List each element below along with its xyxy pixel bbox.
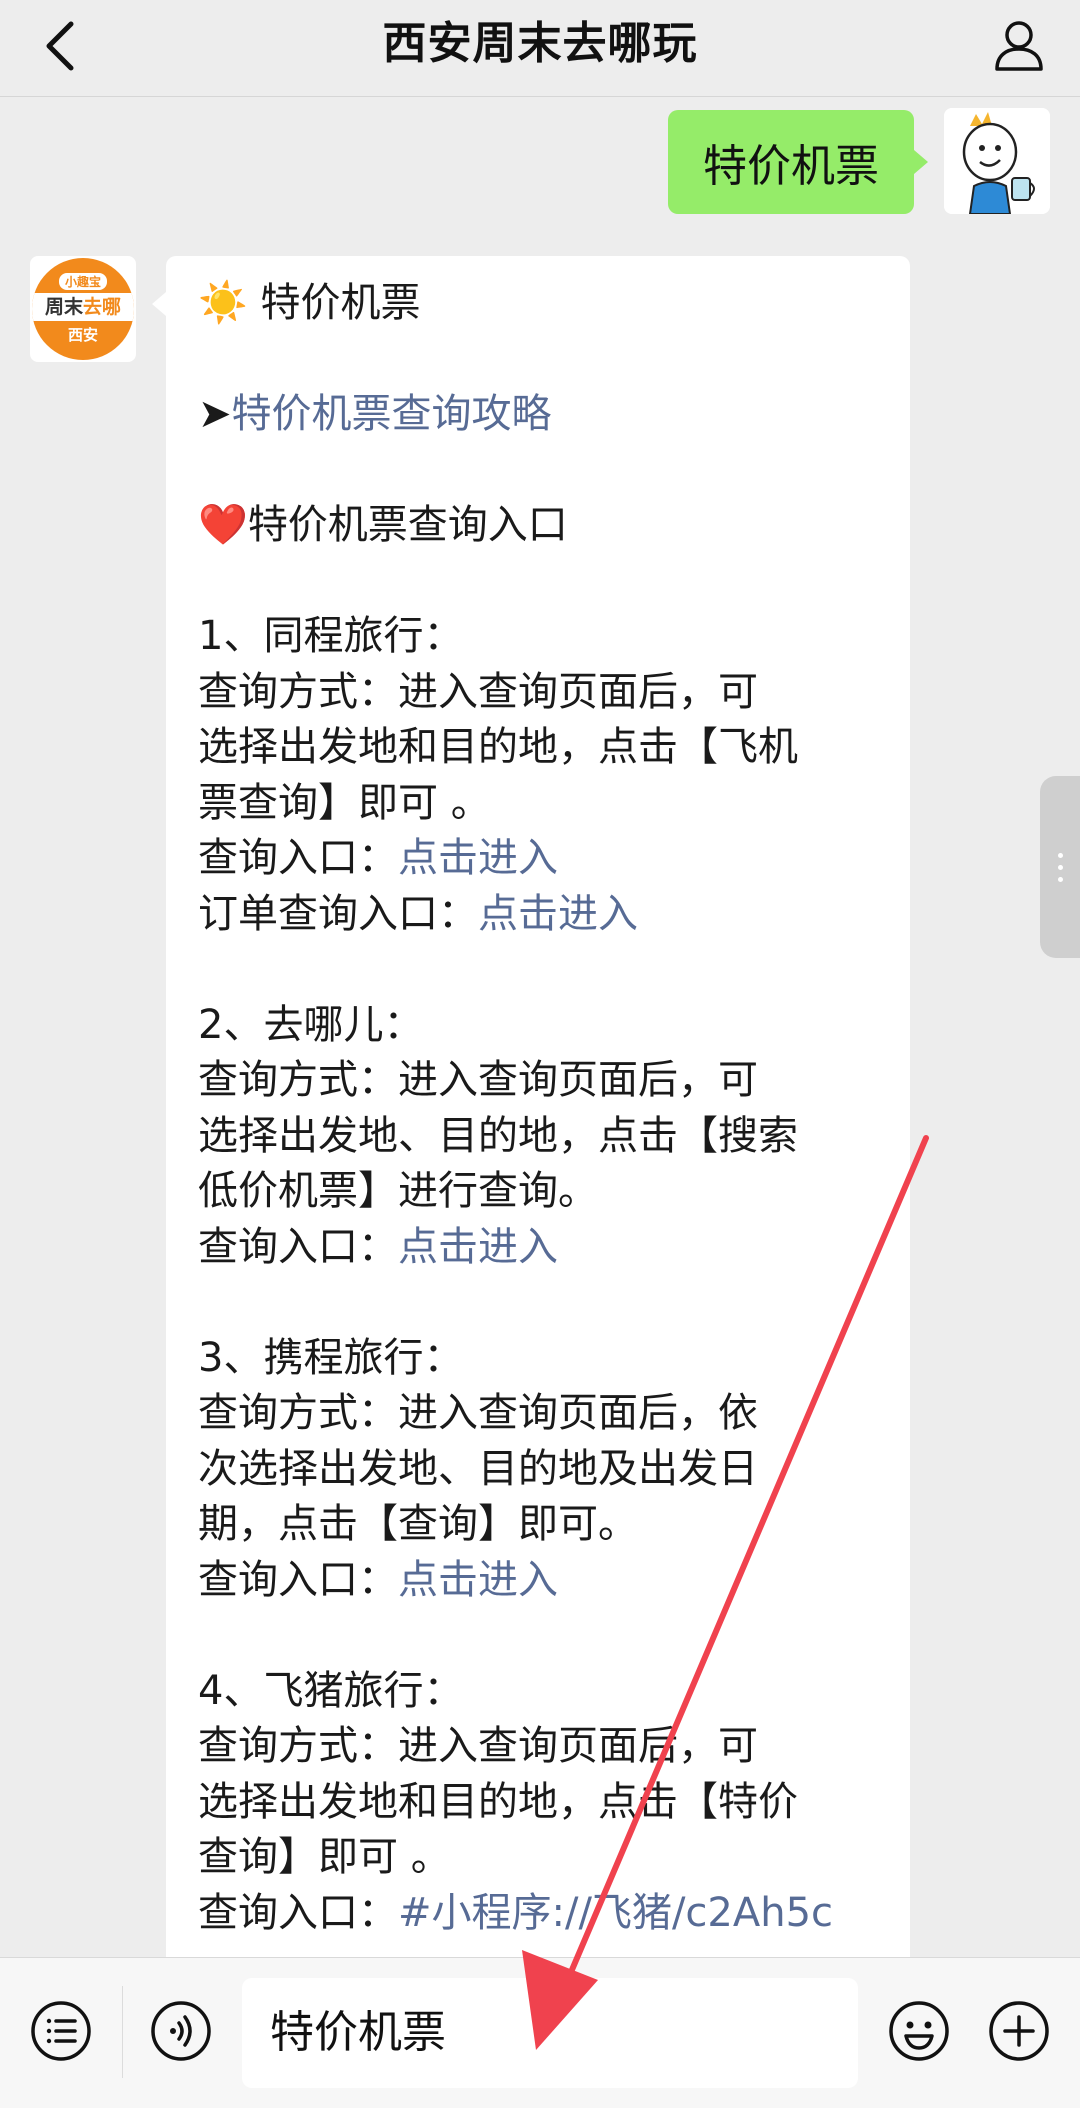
section3-heading: 3、携程旅行：: [198, 1334, 464, 1381]
entry-title: 特价机票查询入口: [247, 502, 568, 548]
arrow-bullet-icon: ➤: [198, 391, 232, 437]
section2-desc2: 选择出发地、目的地，点击【搜索: [198, 1112, 798, 1159]
handle-dot: [1057, 876, 1063, 882]
logo-bottom-text: 西安: [67, 326, 98, 344]
section4-heading: 4、飞猪旅行：: [198, 1667, 464, 1714]
section3-desc3: 期，点击【查询】即可。: [198, 1501, 638, 1547]
nav-header: 西安周末去哪玩: [0, 0, 1080, 97]
section1-heading: 1、同程旅行：: [198, 613, 464, 659]
message-title: 特价机票: [260, 280, 421, 326]
cartoon-avatar-icon: [944, 108, 1050, 214]
incoming-message-bubble[interactable]: ☀️ 特价机票 ➤特价机票查询攻略 ❤️特价机票查询入口 1、同程旅行： 查询方…: [166, 256, 910, 1996]
section3-entry-label: 查询入口：: [198, 1556, 398, 1603]
section2-entry-link[interactable]: 点击进入: [398, 1224, 558, 1270]
plus-icon: [989, 2001, 1049, 2061]
emoji-icon: [889, 2001, 949, 2061]
section2-desc1: 查询方式：进入查询页面后，可: [198, 1057, 758, 1103]
outgoing-message-bubble[interactable]: 特价机票: [668, 110, 928, 214]
logo-top-text: 小趣宝: [58, 273, 107, 290]
entry-title-line: ❤️特价机票查询入口: [198, 498, 898, 554]
voice-button[interactable]: [146, 1996, 216, 2066]
section1-entry-label: 查询入口：: [198, 835, 398, 881]
bubble-tail: [152, 292, 166, 316]
person-icon: [995, 21, 1043, 71]
section3-entry-link[interactable]: 点击进入: [398, 1557, 558, 1603]
message-body: ☀️ 特价机票 ➤特价机票查询攻略 ❤️特价机票查询入口 1、同程旅行： 查询方…: [198, 276, 898, 1941]
outgoing-message-text: 特价机票: [703, 141, 879, 192]
floating-side-handle[interactable]: [1040, 776, 1080, 958]
bar-divider: [122, 1986, 123, 2078]
section2-entry-line: 查询入口：点击进入: [198, 1220, 898, 1276]
guide-line: ➤特价机票查询攻略: [198, 387, 898, 443]
section4-entry-line: 查询入口：#小程序://飞猪/c2Ah5c: [198, 1886, 898, 1942]
section3-desc2: 次选择出发地、目的地及出发日: [198, 1445, 758, 1492]
section1-entry-link[interactable]: 点击进入: [398, 835, 558, 881]
section2-entry-label: 查询入口：: [198, 1223, 398, 1270]
guide-link[interactable]: 特价机票查询攻略: [232, 391, 552, 437]
profile-button[interactable]: [986, 12, 1052, 78]
section4-entry-label: 查询入口：: [198, 1889, 398, 1936]
emoji-button[interactable]: [884, 1996, 954, 2066]
section4-desc1: 查询方式：进入查询页面后，可: [198, 1723, 758, 1769]
section1-order-label: 订单查询入口：: [198, 890, 478, 937]
handle-dot: [1057, 864, 1063, 870]
section4-entry-link[interactable]: #小程序://飞猪/c2Ah5c: [398, 1890, 833, 1936]
page-title: 西安周末去哪玩: [382, 18, 698, 69]
heart-icon: ❤️: [198, 502, 248, 548]
logo-mid-a: 周末: [44, 296, 83, 318]
section1-order-line: 订单查询入口：点击进入: [198, 887, 898, 943]
section1-desc3: 票查询】即可 。: [198, 779, 491, 826]
section1-desc1: 查询方式：进入查询页面后，可: [198, 668, 758, 715]
section2-desc3: 低价机票】进行查询。: [198, 1168, 598, 1214]
logo-mid-b: 去哪: [83, 296, 122, 318]
section3-desc1: 查询方式：进入查询页面后，依: [198, 1390, 758, 1436]
more-button[interactable]: [984, 1996, 1054, 2066]
message-input[interactable]: 特价机票: [242, 1978, 858, 2088]
section3-entry-line: 查询入口：点击进入: [198, 1553, 898, 1609]
sun-icon: ☀️: [198, 280, 248, 326]
message-title-line: ☀️ 特价机票: [198, 276, 898, 332]
section2-heading: 2、去哪儿：: [198, 1001, 424, 1048]
official-account-avatar[interactable]: 小趣宝 周末去哪 西安: [30, 256, 136, 362]
section1-order-link[interactable]: 点击进入: [478, 891, 638, 937]
section1-entry-line: 查询入口：点击进入: [198, 831, 898, 887]
menu-button[interactable]: [26, 1996, 96, 2066]
bottom-input-bar: 特价机票: [0, 1957, 1080, 2108]
logo-mid-text: 周末去哪: [32, 293, 134, 321]
section1-desc2: 选择出发地和目的地，点击【飞机: [198, 724, 798, 770]
section4-desc2: 选择出发地和目的地，点击【特价: [198, 1778, 798, 1825]
brand-logo: 小趣宝 周末去哪 西安: [32, 258, 134, 360]
user-avatar[interactable]: [944, 108, 1050, 214]
voice-icon: [151, 2001, 211, 2061]
menu-list-icon: [31, 2001, 91, 2061]
message-input-value: 特价机票: [270, 2007, 446, 2058]
section4-desc3: 查询】即可 。: [198, 1834, 451, 1880]
handle-dot: [1057, 852, 1063, 858]
